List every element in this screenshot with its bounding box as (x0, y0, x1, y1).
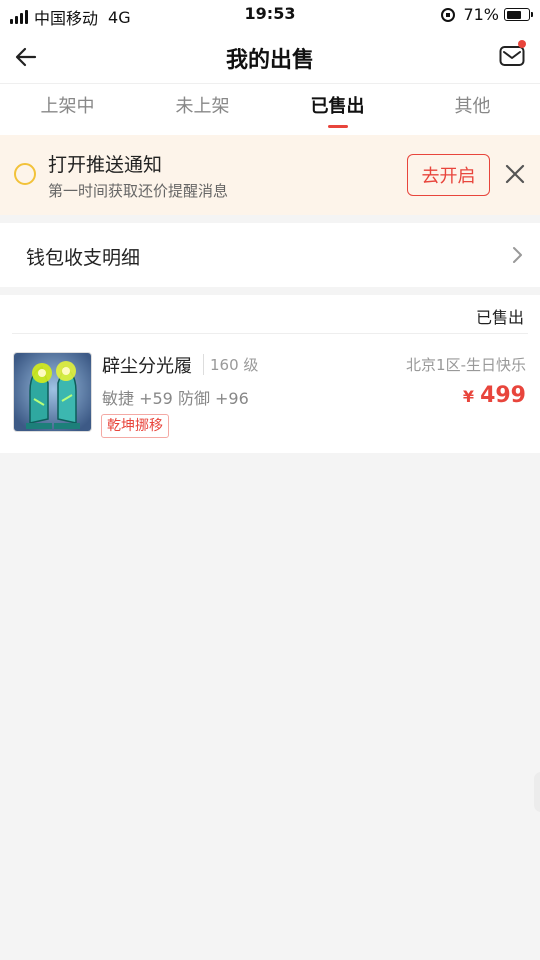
tab-label: 已售出 (310, 96, 365, 117)
order-status: 已售出 (475, 308, 524, 327)
tab-other[interactable]: 其他 (405, 84, 540, 135)
order-card[interactable]: 已售出 辟尘分光履 160 级 北京1区-生日快乐 敏捷 +59 防御 +96 … (0, 295, 540, 453)
battery-icon (504, 8, 533, 21)
chevron-right-icon (513, 247, 522, 263)
floating-side-handle[interactable] (534, 772, 540, 812)
tab-label: 其他 (454, 96, 491, 117)
notice-subtitle: 第一时间获取还价提醒消息 (48, 182, 229, 200)
notice-title: 打开推送通知 (48, 154, 163, 176)
tab-unlisted[interactable]: 未上架 (135, 84, 270, 135)
tab-label: 上架中 (40, 96, 95, 117)
item-price: ¥499 (463, 383, 526, 408)
rotation-lock-icon (441, 7, 456, 22)
tab-indicator (327, 125, 348, 128)
tab-listed[interactable]: 上架中 (0, 84, 135, 135)
page-title: 我的出售 (225, 48, 314, 73)
wallet-details-row[interactable]: 钱包收支明细 (0, 223, 540, 287)
item-name: 辟尘分光履 (102, 356, 192, 377)
unread-dot (518, 40, 526, 48)
item-tag: 乾坤挪移 (101, 414, 169, 438)
item-stats: 敏捷 +59 防御 +96 (102, 389, 249, 408)
nav-header: 我的出售 (0, 30, 540, 84)
mail-icon (499, 46, 525, 66)
currency-symbol: ¥ (462, 387, 475, 406)
enable-push-button[interactable]: 去开启 (407, 154, 490, 196)
tab-sold[interactable]: 已售出 (270, 84, 405, 135)
push-notice-banner: 打开推送通知 第一时间获取还价提醒消息 去开启 (0, 135, 540, 215)
boots-item-icon (14, 353, 91, 431)
price-value: 499 (480, 383, 526, 408)
item-server: 北京1区-生日快乐 (406, 356, 526, 374)
status-bar: 中国移动 4G 19:53 71% (0, 0, 540, 30)
notice-ring-icon (14, 163, 36, 185)
item-thumbnail (13, 352, 92, 432)
divider (12, 333, 528, 334)
close-icon[interactable] (502, 161, 528, 187)
battery-percent: 71% (463, 5, 499, 24)
item-level: 160 级 (203, 354, 258, 375)
messages-button[interactable] (496, 40, 528, 72)
status-tabs: 上架中 未上架 已售出 其他 (0, 84, 540, 135)
status-right: 71% (441, 5, 533, 24)
wallet-label: 钱包收支明细 (26, 247, 141, 269)
tab-label: 未上架 (175, 96, 230, 117)
